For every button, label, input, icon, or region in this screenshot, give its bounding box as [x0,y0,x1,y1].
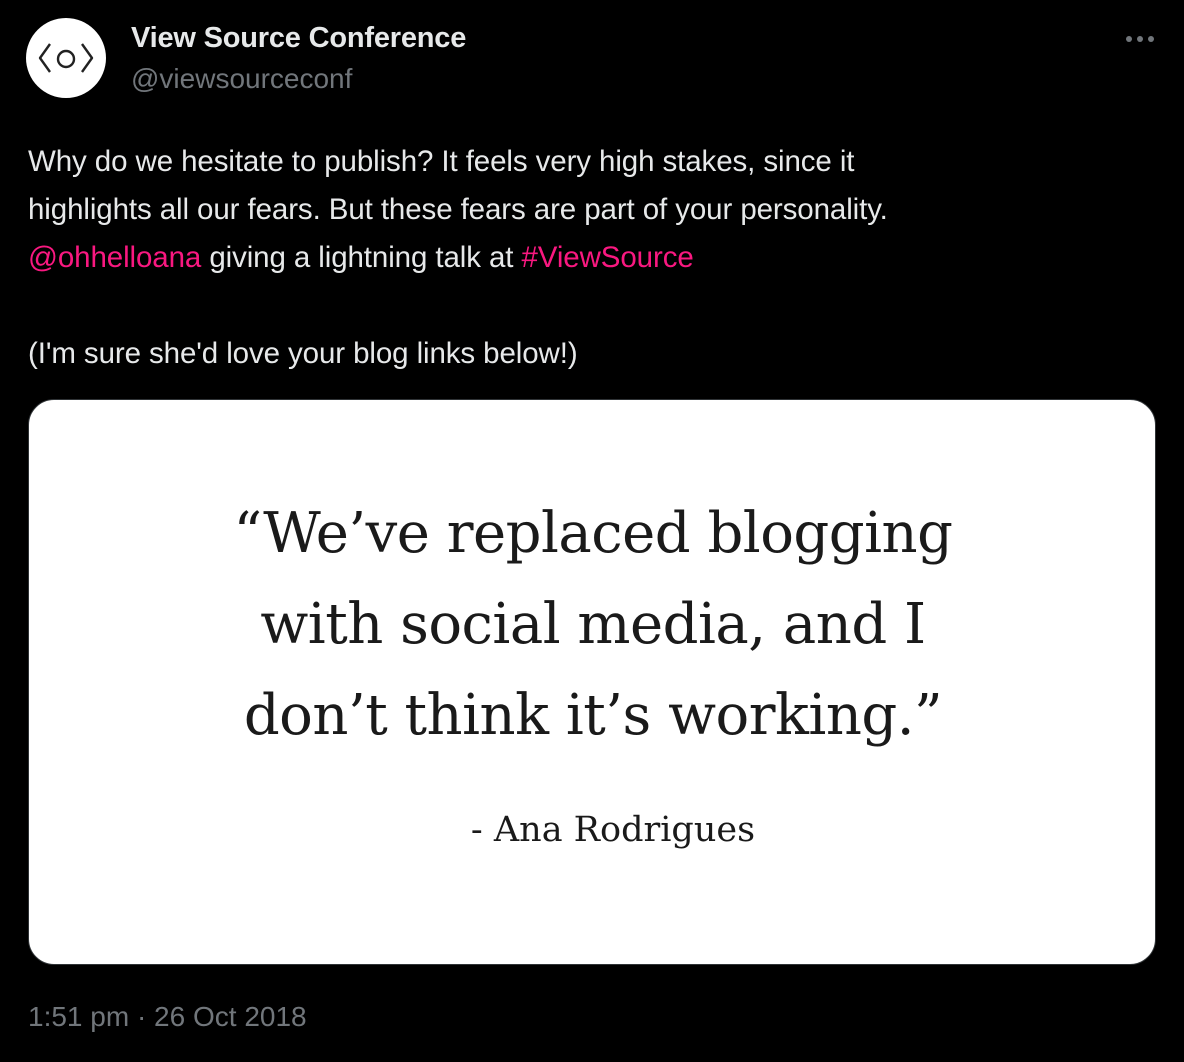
author-display-name[interactable]: View Source Conference [131,22,466,55]
tweet-text: Why do we hesitate to publish? It feels … [28,138,1148,378]
mention-link[interactable]: @ohhelloana [28,241,201,274]
tweet-text-line: @ohhelloana giving a lightning talk at #… [28,234,1148,282]
avatar[interactable] [26,18,106,98]
quote-line: “We’ve replaced blogging [233,501,953,566]
hashtag-link[interactable]: #ViewSource [521,241,693,274]
quote-text: “We’ve replaced blogging with social med… [29,488,1155,761]
more-options-button[interactable] [1120,24,1160,54]
quote-line: don’t think it’s working.” [243,683,943,748]
tweet-text-fragment: giving a lightning talk at [201,241,522,274]
media-image[interactable]: “We’ve replaced blogging with social med… [28,399,1156,965]
tweet-text-line: highlights all our fears. But these fear… [28,193,888,226]
tweet-text-line: (I'm sure she'd love your blog links bel… [28,337,578,370]
tweet: View Source Conference @viewsourceconf W… [0,0,1184,1062]
tweet-text-line: Why do we hesitate to publish? It feels … [28,145,855,178]
angle-brackets-circle-logo-icon [38,43,94,73]
quote-attribution: - Ana Rodrigues [470,810,756,850]
ellipsis-icon [1126,36,1154,42]
tweet-timestamp[interactable]: 1:51 pm · 26 Oct 2018 [28,1001,307,1033]
quote-line: with social media, and I [260,592,926,657]
author-handle[interactable]: @viewsourceconf [131,63,352,95]
